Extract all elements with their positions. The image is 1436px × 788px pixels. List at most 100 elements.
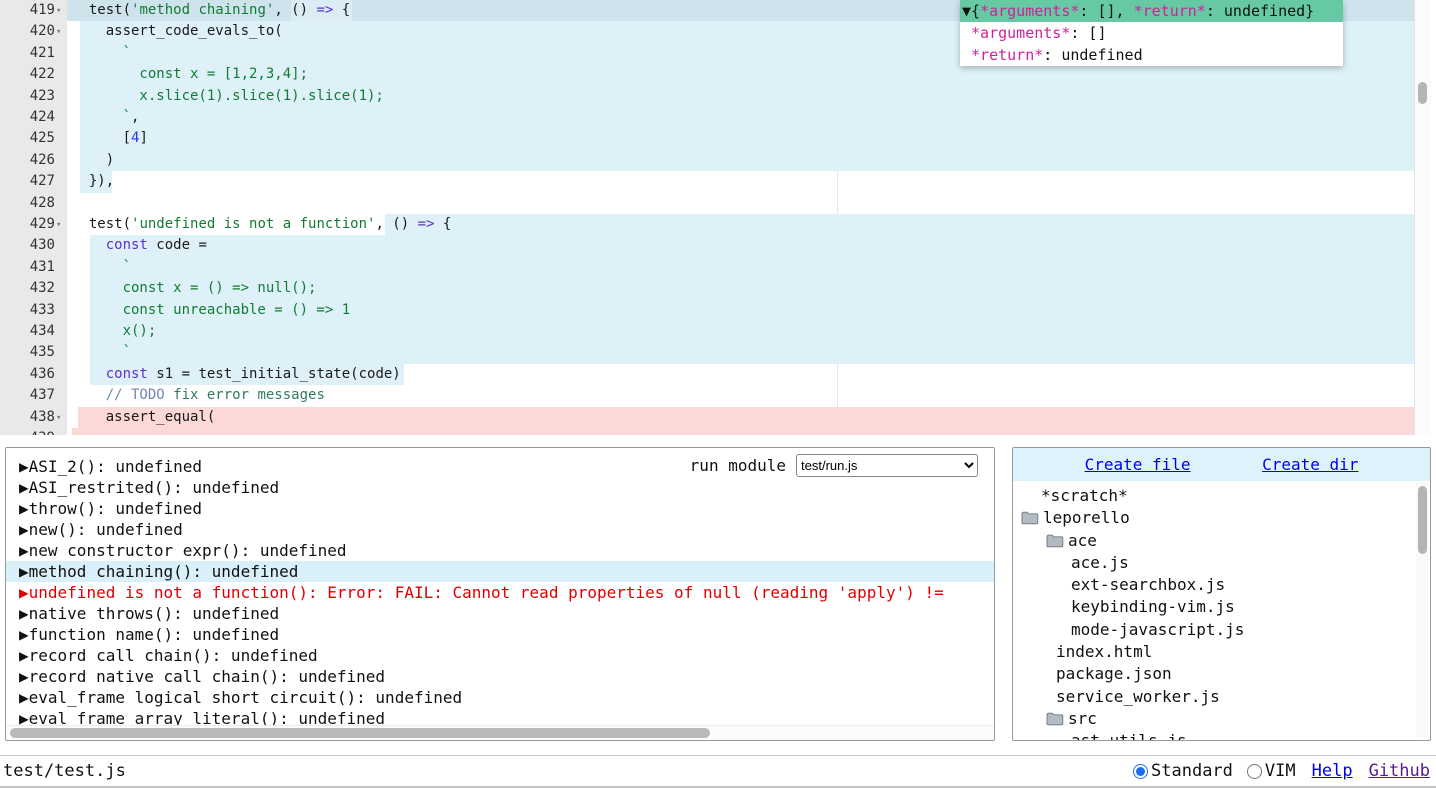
exec-highlight [90,342,1414,363]
code-line-text: }), [72,171,114,192]
result-item[interactable]: ▶ASI_restrited(): undefined [6,477,994,498]
editor-vscrollbar[interactable] [1414,0,1431,435]
result-item[interactable]: ▶throw(): undefined [6,498,994,519]
code-line[interactable]: 422 const x = [1,2,3,4]; [0,64,1431,85]
code-line[interactable]: 424 `, [0,107,1431,128]
result-item[interactable]: ▶record call chain(): undefined [6,645,994,666]
line-number: 433 [0,300,55,321]
radio-input-standard[interactable] [1133,764,1148,779]
code-line[interactable]: 439 [0,428,1431,435]
code-line[interactable]: 426 ) [0,150,1431,171]
result-item[interactable]: ▶method chaining(): undefined [6,561,994,582]
expand-arrow-icon[interactable]: ▶ [19,583,29,602]
results-hscrollbar-thumb[interactable] [10,728,710,738]
tree-file[interactable]: keybinding-vim.js [1013,596,1415,618]
files-vscrollbar-thumb[interactable] [1418,486,1427,554]
current-file-label: test/test.js [3,756,126,786]
create-file-link[interactable]: Create file [1085,455,1191,474]
result-item[interactable]: ▶new(): undefined [6,519,994,540]
line-number: 422 [0,64,55,85]
tree-item-label: mode-javascript.js [1071,619,1244,641]
tooltip-row[interactable]: *return*: undefined [960,44,1343,66]
keybinding-radio-vim[interactable]: VIM [1247,761,1296,781]
tree-file[interactable]: *scratch* [1013,485,1415,507]
code-line[interactable]: 427 }), [0,171,1431,192]
exec-highlight [385,214,1414,235]
folder-icon [1046,712,1064,726]
line-number: 431 [0,257,55,278]
code-line[interactable]: 434 x(); [0,321,1431,342]
help-link[interactable]: Help [1312,761,1353,781]
editor-vscrollbar-thumb[interactable] [1418,82,1427,104]
tree-folder[interactable]: leporello [1013,507,1415,529]
code-line-text: assert_equal( [72,407,215,428]
tree-file[interactable]: index.html [1013,641,1415,663]
code-line[interactable]: 436 const s1 = test_initial_state(code) [0,364,1431,385]
expand-arrow-icon[interactable]: ▶ [19,688,29,707]
fold-widget-icon[interactable]: ▾ [56,22,67,43]
tree-file[interactable]: ace.js [1013,552,1415,574]
exec-highlight [80,128,1414,149]
expand-arrow-icon[interactable]: ▶ [19,520,29,539]
expand-arrow-icon[interactable]: ▶ [19,478,29,497]
code-line[interactable]: 431 ` [0,257,1431,278]
code-line[interactable]: 430 const code = [0,235,1431,256]
tree-item-label: package.json [1056,663,1172,685]
run-module-select[interactable]: test/run.js [796,454,978,477]
code-line[interactable]: 438▾ assert_equal( [0,407,1431,428]
code-editor[interactable]: 419▾ test('method chaining', () => {420▾… [0,0,1431,435]
code-line-text: const unreachable = () => 1 [72,300,350,321]
tree-item-label: ace.js [1071,552,1129,574]
tree-file[interactable]: service_worker.js [1013,686,1415,708]
github-link[interactable]: Github [1369,761,1430,781]
code-line[interactable]: 429▾ test('undefined is not a function',… [0,214,1431,235]
expand-arrow-icon[interactable]: ▶ [19,562,29,581]
tree-folder[interactable]: src [1013,708,1415,730]
file-tree: *scratch*leporelloaceace.jsext-searchbox… [1013,485,1415,741]
exec-highlight [90,257,1414,278]
status-bar-right: Standard VIM Help Github [1133,756,1430,786]
code-line[interactable]: 432 const x = () => null(); [0,278,1431,299]
error-highlight [78,407,1414,428]
code-line[interactable]: 437 // TODO fix error messages [0,385,1431,406]
tree-file[interactable]: package.json [1013,663,1415,685]
expand-arrow-icon[interactable]: ▶ [19,457,29,476]
code-line[interactable]: 423 x.slice(1).slice(1).slice(1); [0,86,1431,107]
code-line-text: test('undefined is not a function', () =… [72,214,451,235]
result-item[interactable]: ▶native throws(): undefined [6,603,994,624]
code-line[interactable]: 433 const unreachable = () => 1 [0,300,1431,321]
tooltip-row[interactable]: *arguments*: [] [960,22,1343,44]
results-hscrollbar[interactable] [6,725,994,740]
expand-arrow-icon[interactable]: ▶ [19,646,29,665]
line-number: 428 [0,193,55,214]
files-vscrollbar[interactable] [1416,482,1429,738]
tree-file[interactable]: ast_utils.js [1013,730,1415,741]
fold-widget-icon[interactable]: ▾ [56,1,67,22]
expand-arrow-icon[interactable]: ▶ [19,625,29,644]
code-line[interactable]: 435 ` [0,342,1431,363]
tooltip-row[interactable]: ▼{*arguments*: [], *return*: undefined} [960,0,1343,22]
result-item[interactable]: ▶eval_frame logical short circuit(): und… [6,687,994,708]
tree-item-label: src [1068,708,1097,730]
result-item[interactable]: ▶record native call chain(): undefined [6,666,994,687]
result-item[interactable]: ▶undefined is not a function(): Error: F… [6,582,994,603]
code-line[interactable]: 425 [4] [0,128,1431,149]
line-number: 438 [0,407,55,428]
result-item[interactable]: ▶new constructor expr(): undefined [6,540,994,561]
expand-arrow-icon[interactable]: ▶ [19,499,29,518]
code-line[interactable]: 428 [0,193,1431,214]
expand-arrow-icon[interactable]: ▶ [19,541,29,560]
radio-input-vim[interactable] [1247,764,1262,779]
result-item[interactable]: ▶function name(): undefined [6,624,994,645]
expand-arrow-icon[interactable]: ▶ [19,667,29,686]
tree-file[interactable]: ext-searchbox.js [1013,574,1415,596]
create-dir-link[interactable]: Create dir [1262,455,1358,474]
tree-folder[interactable]: ace [1013,530,1415,552]
fold-widget-icon[interactable]: ▾ [56,215,67,236]
expand-arrow-icon[interactable]: ▶ [19,604,29,623]
keybinding-radio-standard[interactable]: Standard [1133,761,1233,781]
tree-file[interactable]: mode-javascript.js [1013,619,1415,641]
fold-widget-icon[interactable]: ▾ [56,408,67,429]
line-number: 421 [0,43,55,64]
code-line-text: ` [72,43,131,64]
